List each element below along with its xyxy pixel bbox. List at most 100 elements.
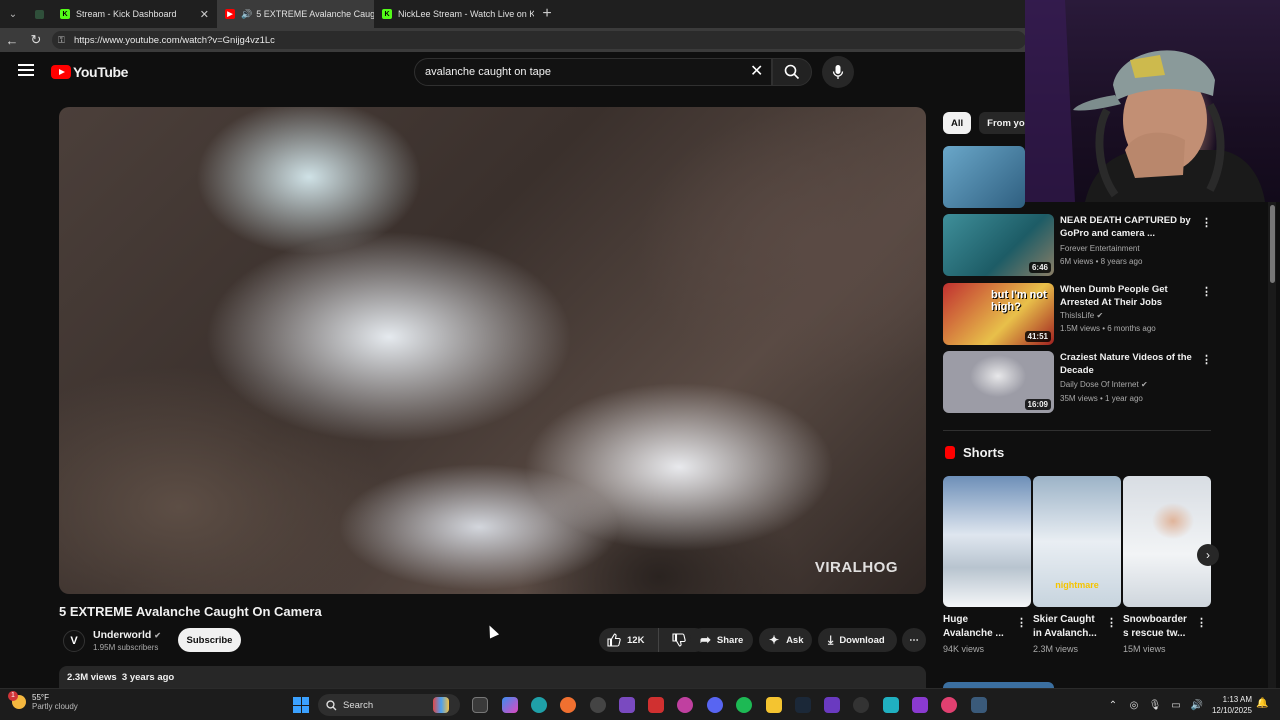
volume-icon[interactable]: 🔊 xyxy=(1189,697,1205,713)
reload-icon[interactable]: ↻ xyxy=(24,28,48,52)
thumbs-up-icon xyxy=(607,633,621,647)
close-icon[interactable]: ✕ xyxy=(194,8,209,21)
kebab-menu-icon[interactable]: ⋮ xyxy=(1106,616,1117,629)
hamburger-menu-icon[interactable] xyxy=(18,64,34,78)
voice-search-button[interactable] xyxy=(822,56,854,88)
short-views: 2.3M views xyxy=(1033,644,1079,654)
youtube-logo[interactable]: YouTube xyxy=(51,64,128,80)
short-item[interactable]: Snowboarder s rescue tw... ⋮ 15M views xyxy=(1123,476,1211,654)
app-icon[interactable] xyxy=(648,697,664,713)
search-button[interactable] xyxy=(772,58,812,86)
network-icon[interactable]: ▭ xyxy=(1168,697,1184,713)
title-line: Snowboarder xyxy=(1123,614,1187,625)
shorts-title: Shorts xyxy=(963,445,1005,460)
windows-start-icon[interactable] xyxy=(293,697,309,713)
like-button[interactable]: 12K xyxy=(599,628,659,652)
spotify-icon[interactable] xyxy=(736,697,752,713)
music-app-icon[interactable] xyxy=(677,697,693,713)
tab-label: NickLee Stream - Watch Live on K xyxy=(398,9,534,19)
app-icon[interactable] xyxy=(619,697,635,713)
video-player[interactable]: VIRALHOG xyxy=(59,107,926,594)
widgets-app-icon[interactable] xyxy=(433,697,449,713)
new-tab-plus-icon[interactable]: + xyxy=(534,5,560,23)
app-icon[interactable] xyxy=(883,697,899,713)
weather-widget[interactable]: 1 55°F Partly cloudy xyxy=(8,691,78,711)
chip-all[interactable]: All xyxy=(943,112,972,134)
subscribe-button[interactable]: Subscribe xyxy=(178,628,241,652)
obs-icon[interactable] xyxy=(853,697,869,713)
youtube-header: YouTube avalanche caught on tape ✕ xyxy=(0,52,1025,92)
notification-bell-icon[interactable]: 🔔 xyxy=(1256,698,1268,709)
duration-badge: 41:51 xyxy=(1024,331,1051,342)
app-icon[interactable] xyxy=(941,697,957,713)
search-input[interactable]: avalanche caught on tape xyxy=(414,58,772,86)
channel-name[interactable]: Underworld ✔ xyxy=(93,629,161,641)
tab-youtube-video[interactable]: ▶ 🔊 5 EXTREME Avalanche Caught On ✕ xyxy=(217,0,374,28)
share-arrow-icon: ➦ xyxy=(700,632,711,647)
app-icon[interactable] xyxy=(912,697,928,713)
firefox-icon[interactable] xyxy=(560,697,576,713)
channel-name-text: Underworld xyxy=(93,629,152,641)
short-title: Skier Caught in Avalanch... xyxy=(1033,613,1109,641)
channel-avatar[interactable]: V xyxy=(63,630,85,652)
app-icon[interactable] xyxy=(971,697,987,713)
title-line: When Dumb People Get xyxy=(1060,284,1168,295)
short-thumbnail: nightmare xyxy=(1033,476,1121,607)
pinned-tab[interactable] xyxy=(26,0,52,28)
divider xyxy=(943,430,1211,431)
download-button[interactable]: ⤓ Download xyxy=(818,628,897,652)
subscriber-count: 1.95M subscribers xyxy=(93,643,159,652)
title-line: NEAR DEATH CAPTURED by xyxy=(1060,215,1191,226)
microphone-icon[interactable]: 🎙 xyxy=(1147,697,1163,713)
title-line: Huge xyxy=(943,614,968,625)
discord-icon[interactable] xyxy=(707,697,723,713)
edge-browser-icon[interactable] xyxy=(531,697,547,713)
steam-icon[interactable] xyxy=(795,697,811,713)
weather-sun-icon: 1 xyxy=(8,691,26,709)
file-explorer-icon[interactable] xyxy=(766,697,782,713)
tab-nicklee-stream[interactable]: K NickLee Stream - Watch Live on K ✕ xyxy=(374,0,534,28)
verified-icon: ✔ xyxy=(1096,311,1104,320)
logo-text: YouTube xyxy=(73,64,129,80)
tab-kick-dashboard[interactable]: K Stream - Kick Dashboard ✕ xyxy=(52,0,217,28)
chrome-icon[interactable] xyxy=(590,697,606,713)
site-info-icon[interactable]: ⚿ xyxy=(58,35,70,46)
tray-chevron-icon[interactable]: ⌃ xyxy=(1105,697,1121,713)
recommendation-meta: 35M views • 1 year ago xyxy=(1060,394,1143,403)
thumbnail-caption: nightmare xyxy=(1055,580,1099,590)
speaker-icon[interactable]: 🔊 xyxy=(241,9,252,20)
search-icon xyxy=(784,64,800,80)
kebab-menu-icon[interactable]: ⋮ xyxy=(1196,616,1207,629)
streamer-figure xyxy=(1025,0,1265,202)
kebab-menu-icon[interactable]: ⋮ xyxy=(1201,216,1212,229)
more-actions-button[interactable]: ⋯ xyxy=(902,628,926,652)
short-item[interactable]: nightmare Skier Caught in Avalanch... ⋮ 2… xyxy=(1033,476,1121,654)
url-field[interactable]: ⚿ https://www.youtube.com/watch?v=Gnijg4… xyxy=(52,31,1026,49)
share-button[interactable]: ➦ Share xyxy=(690,628,753,652)
recommendation-item[interactable]: 16:09 Craziest Nature Videos of the Decad… xyxy=(943,351,1223,413)
shorts-next-chevron-icon[interactable]: › xyxy=(1197,544,1219,566)
short-item[interactable]: Huge Avalanche ... ⋮ 94K views xyxy=(943,476,1031,654)
recommendation-channel: Daily Dose Of Internet ✔ xyxy=(1060,380,1148,389)
ask-button[interactable]: ✦ Ask xyxy=(759,628,812,652)
description-box[interactable]: 2.3M views 3 years ago xyxy=(59,666,926,690)
copilot-icon[interactable] xyxy=(502,697,518,713)
kebab-menu-icon[interactable]: ⋮ xyxy=(1201,353,1212,366)
kebab-menu-icon[interactable]: ⋮ xyxy=(1201,285,1212,298)
clear-search-icon[interactable]: ✕ xyxy=(750,63,763,81)
page-scrollbar-thumb[interactable] xyxy=(1270,205,1275,283)
download-icon: ⤓ xyxy=(828,632,834,647)
app-icon[interactable] xyxy=(824,697,840,713)
youtube-play-icon xyxy=(51,65,71,79)
tray-app-icon[interactable]: ◎ xyxy=(1126,697,1142,713)
recommendation-item[interactable]: but I'm not high? 41:51 When Dumb People… xyxy=(943,283,1223,345)
title-line: Arrested At Their Jobs xyxy=(1060,297,1163,308)
tab-list-chevron-icon[interactable]: ⌄ xyxy=(0,0,26,28)
recommendation-thumbnail-hidden[interactable] xyxy=(943,146,1025,208)
task-view-icon[interactable] xyxy=(472,697,488,713)
clock[interactable]: 1:13 AM 12/10/2025 xyxy=(1208,694,1252,716)
kebab-menu-icon[interactable]: ⋮ xyxy=(1016,616,1027,629)
kick-icon: K xyxy=(60,9,70,19)
back-arrow-icon[interactable]: ← xyxy=(0,28,24,52)
recommendation-item[interactable]: 6:46 NEAR DEATH CAPTURED by GoPro and cam… xyxy=(943,214,1223,276)
